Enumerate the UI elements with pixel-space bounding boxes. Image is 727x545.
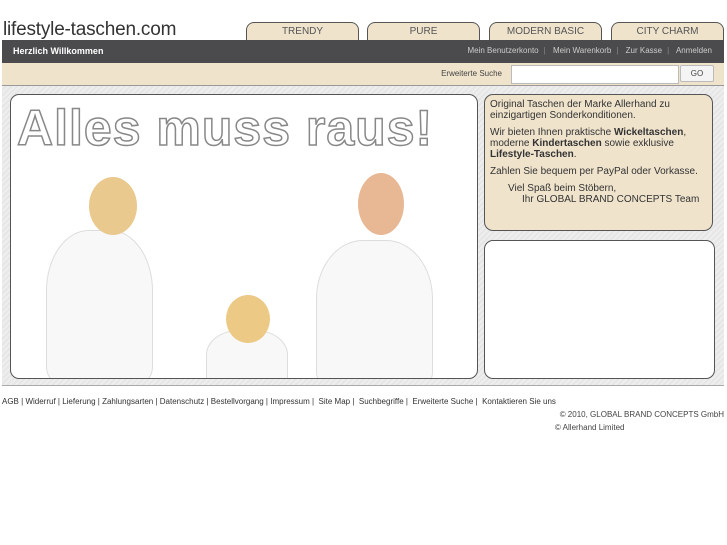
tab-city-charm[interactable]: CITY CHARM <box>611 22 724 41</box>
info-intro: Original Taschen der Marke Allerhand zu … <box>490 99 670 121</box>
info-payment: Zahlen Sie bequem per PayPal oder Vorkas… <box>490 166 698 177</box>
footer-links: AGB | Widerruf | Lieferung | Zahlungsart… <box>2 397 556 406</box>
hero-image-child-head <box>226 295 270 343</box>
copyright-1: © 2010, GLOBAL BRAND CONCEPTS GmbH <box>559 410 724 419</box>
link-login[interactable]: Anmelden <box>676 46 712 55</box>
footer-link-agb[interactable]: AGB <box>2 397 19 406</box>
info-products: Wir bieten Ihnen praktische Wickeltasche… <box>490 127 687 160</box>
footer-link-suchbegriffe[interactable]: Suchbegriffe <box>359 397 404 406</box>
search-bar: Erweiterte Suche GO <box>2 63 724 86</box>
hero-image-father <box>316 240 433 378</box>
tab-modern-basic[interactable]: MODERN BASIC <box>489 22 602 41</box>
info-signature-2: Ihr GLOBAL BRAND CONCEPTS Team <box>522 194 700 205</box>
empty-box <box>484 240 715 379</box>
footer-link-widerruf[interactable]: Widerruf <box>25 397 55 406</box>
footer-link-sitemap[interactable]: Site Map <box>319 397 351 406</box>
footer-link-kontakt[interactable]: Kontaktieren Sie uns <box>482 397 556 406</box>
account-links: Mein Benutzerkonto | Mein Warenkorb | Zur … <box>467 46 712 55</box>
hero-banner: Alles muss raus! <box>10 94 478 379</box>
tab-trendy[interactable]: TRENDY <box>246 22 359 41</box>
tab-pure[interactable]: PURE <box>367 22 480 41</box>
footer-link-erweiterte-suche[interactable]: Erweiterte Suche <box>412 397 473 406</box>
info-box: Original Taschen der Marke Allerhand zu … <box>484 94 713 231</box>
copyright-2: © Allerhand Limited <box>555 423 625 432</box>
footer-link-lieferung[interactable]: Lieferung <box>62 397 95 406</box>
info-signature-1: Viel Spaß beim Stöbern, <box>508 183 617 194</box>
search-input[interactable] <box>511 65 679 84</box>
site-logo[interactable]: lifestyle-taschen.com <box>3 19 176 41</box>
go-button[interactable]: GO <box>680 65 714 82</box>
main-content: Alles muss raus! Original Taschen der Ma… <box>2 86 724 386</box>
link-checkout[interactable]: Zur Kasse <box>626 46 662 55</box>
footer-link-datenschutz[interactable]: Datenschutz <box>160 397 204 406</box>
footer-link-bestellvorgang[interactable]: Bestellvorgang <box>211 397 264 406</box>
footer-link-impressum[interactable]: Impressum <box>270 397 310 406</box>
hero-image-mother <box>46 230 153 378</box>
advanced-search-label[interactable]: Erweiterte Suche <box>441 69 502 78</box>
top-nav-bar: Herzlich Willkommen Mein Benutzerkonto | … <box>2 40 724 63</box>
link-cart[interactable]: Mein Warenkorb <box>553 46 611 55</box>
link-account[interactable]: Mein Benutzerkonto <box>467 46 538 55</box>
hero-headline: Alles muss raus! <box>16 99 434 157</box>
hero-image-father-head <box>358 173 404 235</box>
hero-image-mother-head <box>89 177 137 235</box>
footer-link-zahlungsarten[interactable]: Zahlungsarten <box>102 397 153 406</box>
welcome-text: Herzlich Willkommen <box>13 46 104 56</box>
